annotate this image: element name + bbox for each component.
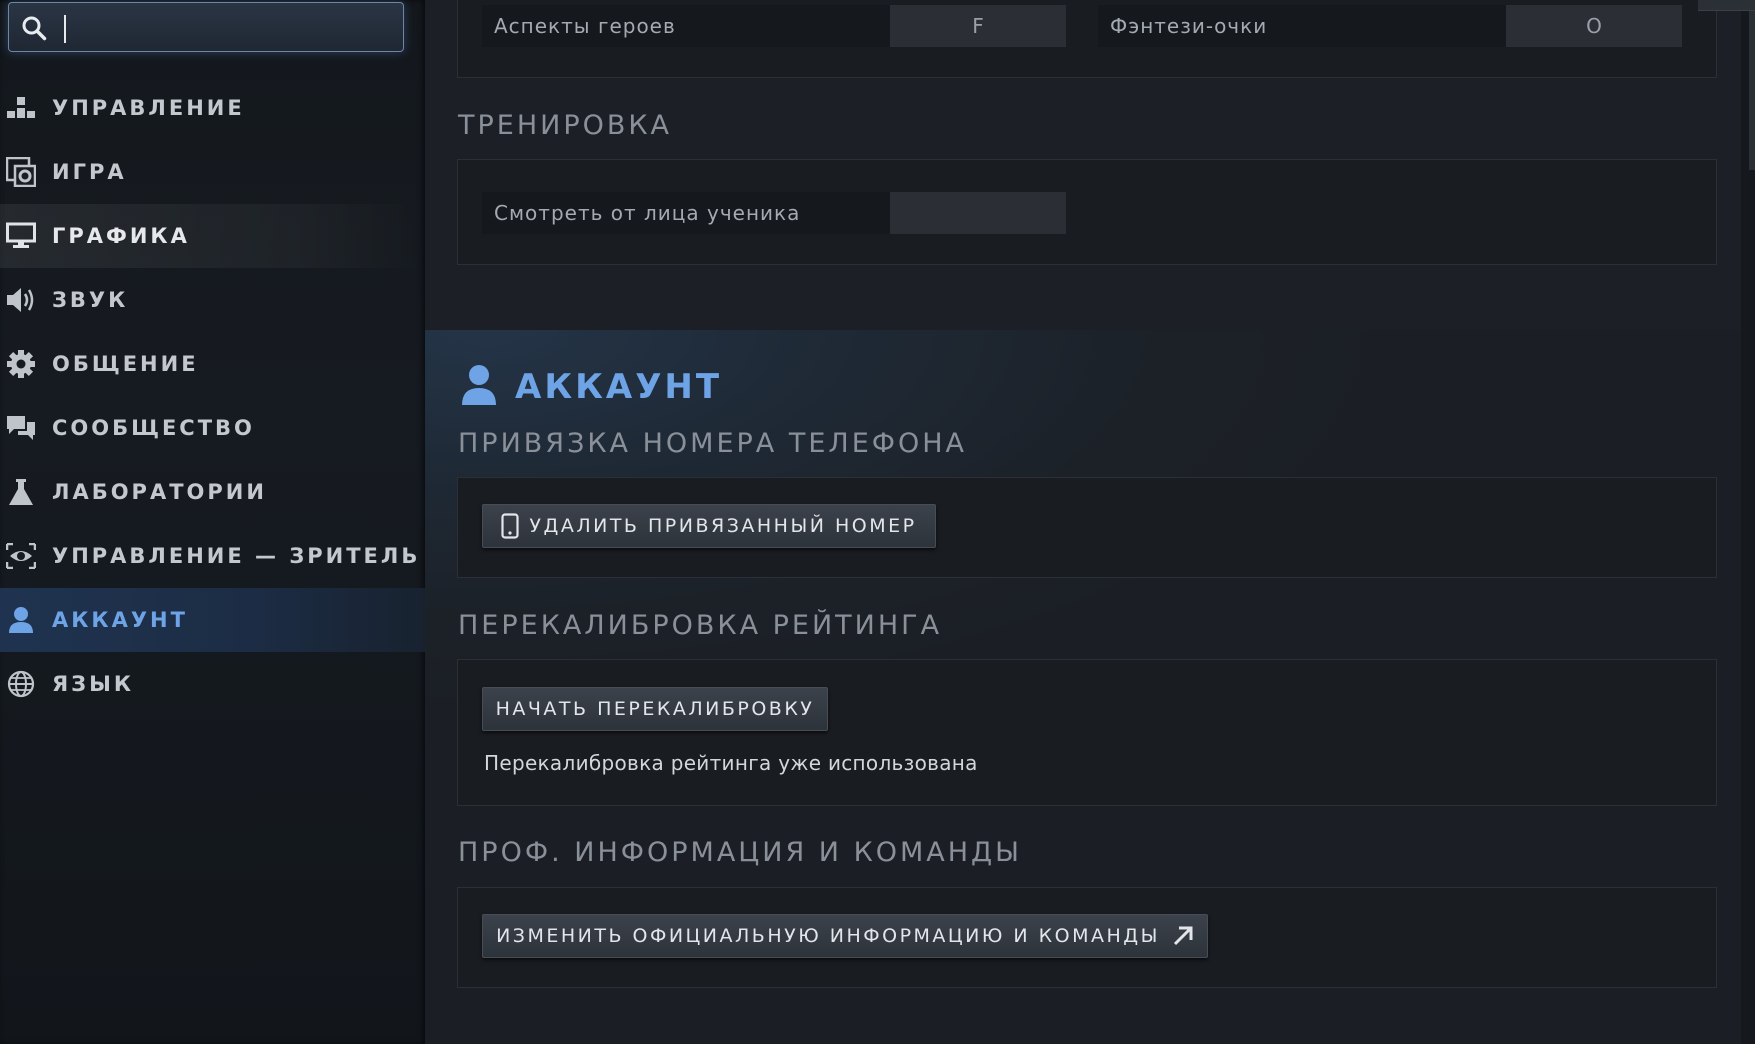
sidebar-item-label: СООБЩЕСТВО — [52, 416, 255, 440]
hotkey-binding-button[interactable]: F — [890, 5, 1066, 47]
phone-panel: УДАЛИТЬ ПРИВЯЗАННЫЙ НОМЕР — [457, 477, 1717, 578]
section-title-phone: ПРИВЯЗКА НОМЕРА ТЕЛЕФОНА — [458, 428, 968, 459]
hotkey-binding-button[interactable]: O — [1506, 5, 1682, 47]
hierarchy-icon — [6, 93, 36, 123]
page-title: АККАУНТ — [515, 367, 723, 407]
gear-icon — [6, 349, 36, 379]
globe-icon — [6, 669, 36, 699]
hotkeys-panel: Аспекты героев F Фэнтези-очки O — [457, 0, 1717, 78]
sidebar-item-language[interactable]: ЯЗЫК — [0, 652, 425, 716]
sidebar: УПРАВЛЕНИЕ ИГРА ГРАФИКА ЗВУК ОБЩЕНИЕ СОО… — [0, 0, 425, 1044]
settings-nav: УПРАВЛЕНИЕ ИГРА ГРАФИКА ЗВУК ОБЩЕНИЕ СОО… — [0, 76, 425, 716]
account-header: АККАУНТ — [461, 364, 722, 410]
sidebar-item-label: ГРАФИКА — [52, 224, 190, 248]
sidebar-item-label: ЗВУК — [52, 288, 129, 312]
sidebar-item-label: ОБЩЕНИЕ — [52, 352, 199, 376]
settings-content: Аспекты героев F Фэнтези-очки O ТРЕНИРОВ… — [425, 0, 1755, 1044]
start-recalibration-button[interactable]: НАЧАТЬ ПЕРЕКАЛИБРОВКУ — [482, 687, 828, 731]
game-settings-icon — [6, 157, 36, 187]
edit-pro-info-button[interactable]: ИЗМЕНИТЬ ОФИЦИАЛЬНУЮ ИНФОРМАЦИЮ И КОМАНД… — [482, 914, 1208, 958]
section-title-recalibration: ПЕРЕКАЛИБРОВКА РЕЙТИНГА — [458, 610, 943, 641]
sidebar-item-label: ЯЗЫК — [52, 672, 135, 696]
phone-icon — [501, 513, 520, 539]
monitor-icon — [6, 221, 36, 251]
text-caret — [64, 15, 66, 43]
account-section: АККАУНТ ПРИВЯЗКА НОМЕРА ТЕЛЕФОНА УДАЛИТЬ… — [425, 330, 1741, 1044]
section-title-pro-info: ПРОФ. ИНФОРМАЦИЯ И КОМАНДЫ — [458, 837, 1022, 868]
eye-icon — [6, 541, 36, 571]
speaker-icon — [6, 285, 36, 315]
button-label: УДАЛИТЬ ПРИВЯЗАННЫЙ НОМЕР — [529, 515, 917, 537]
sidebar-item-spectator-controls[interactable]: УПРАВЛЕНИЕ — ЗРИТЕЛЬ — [0, 524, 425, 588]
sidebar-item-label: АККАУНТ — [52, 608, 188, 632]
sidebar-item-game[interactable]: ИГРА — [0, 140, 425, 204]
hotkey-binding-button[interactable] — [890, 192, 1066, 234]
sidebar-item-account[interactable]: АККАУНТ — [0, 588, 425, 652]
sidebar-item-label: УПРАВЛЕНИЕ — ЗРИТЕЛЬ — [52, 544, 421, 568]
flask-icon — [6, 477, 36, 507]
sidebar-item-community[interactable]: СООБЩЕСТВО — [0, 396, 425, 460]
user-icon — [461, 364, 497, 410]
section-title-training: ТРЕНИРОВКА — [458, 110, 673, 141]
pro-info-panel: ИЗМЕНИТЬ ОФИЦИАЛЬНУЮ ИНФОРМАЦИЮ И КОМАНД… — [457, 887, 1717, 988]
button-label: ИЗМЕНИТЬ ОФИЦИАЛЬНУЮ ИНФОРМАЦИЮ И КОМАНД… — [496, 925, 1160, 947]
hotkey-label: Фэнтези-очки — [1098, 5, 1506, 47]
button-label: НАЧАТЬ ПЕРЕКАЛИБРОВКУ — [495, 698, 815, 720]
sidebar-item-sound[interactable]: ЗВУК — [0, 268, 425, 332]
recalibration-panel: НАЧАТЬ ПЕРЕКАЛИБРОВКУ Перекалибровка рей… — [457, 659, 1717, 806]
hotkey-label: Смотреть от лица ученика — [482, 192, 890, 234]
external-link-icon — [1173, 926, 1193, 946]
top-right-tab — [1698, 0, 1755, 11]
scrollbar-thumb[interactable] — [1749, 0, 1755, 170]
hotkey-label: Аспекты героев — [482, 5, 890, 47]
search-icon — [21, 15, 47, 41]
sidebar-item-controls[interactable]: УПРАВЛЕНИЕ — [0, 76, 425, 140]
sidebar-item-labs[interactable]: ЛАБОРАТОРИИ — [0, 460, 425, 524]
search-box[interactable] — [8, 2, 404, 52]
sidebar-item-label: УПРАВЛЕНИЕ — [52, 96, 245, 120]
sidebar-item-label: ИГРА — [52, 160, 127, 184]
training-panel: Смотреть от лица ученика — [457, 159, 1717, 265]
sidebar-item-label: ЛАБОРАТОРИИ — [52, 480, 267, 504]
user-icon — [6, 605, 36, 635]
scrollbar-track[interactable] — [1741, 0, 1755, 1044]
remove-phone-button[interactable]: УДАЛИТЬ ПРИВЯЗАННЫЙ НОМЕР — [482, 504, 936, 548]
search-input[interactable] — [53, 11, 397, 47]
chat-icon — [6, 413, 36, 443]
recalibration-status-text: Перекалибровка рейтинга уже использована — [484, 751, 978, 775]
sidebar-item-graphics[interactable]: ГРАФИКА — [0, 204, 425, 268]
sidebar-item-social[interactable]: ОБЩЕНИЕ — [0, 332, 425, 396]
